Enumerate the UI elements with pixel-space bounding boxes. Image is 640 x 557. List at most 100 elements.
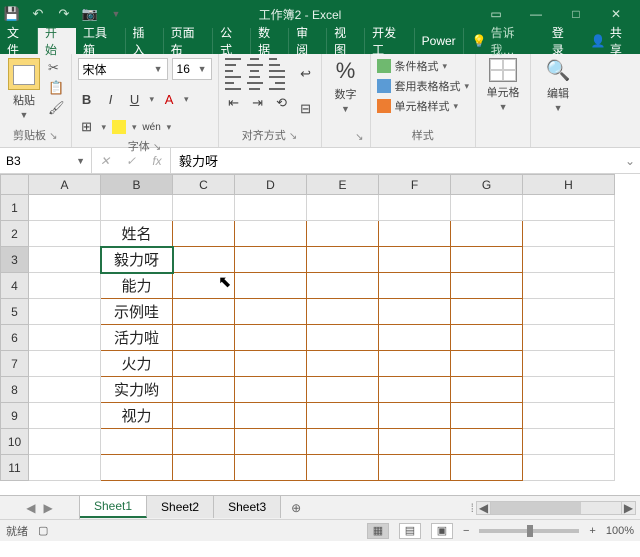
number-format-button[interactable]: % 数字 ▼ <box>328 58 364 114</box>
cell[interactable] <box>307 403 379 429</box>
cell[interactable] <box>379 429 451 455</box>
tab-file[interactable]: 文件 <box>0 28 38 54</box>
cell[interactable] <box>29 429 101 455</box>
cell[interactable] <box>451 299 523 325</box>
cell[interactable] <box>379 195 451 221</box>
cell[interactable]: 能力 <box>101 273 173 299</box>
cell[interactable] <box>235 195 307 221</box>
cell[interactable] <box>523 403 615 429</box>
font-color-button[interactable]: A <box>160 90 178 108</box>
zoom-slider[interactable] <box>479 529 579 533</box>
cell[interactable] <box>523 195 615 221</box>
cell[interactable] <box>451 325 523 351</box>
cell[interactable] <box>523 299 615 325</box>
col-header[interactable]: E <box>307 175 379 195</box>
row-header[interactable]: 6 <box>1 325 29 351</box>
fx-icon[interactable]: fx <box>144 154 170 168</box>
save-icon[interactable]: 💾 <box>4 6 20 22</box>
cell[interactable] <box>451 351 523 377</box>
merge-button[interactable]: ⊟ <box>297 100 315 118</box>
cell[interactable] <box>101 455 173 481</box>
tab-review[interactable]: 审阅 <box>289 28 327 54</box>
cell[interactable] <box>379 377 451 403</box>
tab-layout[interactable]: 页面布 <box>164 28 214 54</box>
cell[interactable] <box>451 221 523 247</box>
name-box[interactable]: B3▼ <box>0 148 92 173</box>
view-normal-button[interactable]: ▦ <box>367 523 389 539</box>
qat-dropdown-icon[interactable]: ▼ <box>108 6 124 22</box>
row-header[interactable]: 1 <box>1 195 29 221</box>
zoom-out-button[interactable]: − <box>463 525 469 537</box>
clipboard-launcher-icon[interactable]: ↘ <box>49 131 57 142</box>
row-header[interactable]: 10 <box>1 429 29 455</box>
cell[interactable] <box>451 247 523 273</box>
cell[interactable] <box>29 325 101 351</box>
cell[interactable] <box>173 403 235 429</box>
cell[interactable] <box>307 351 379 377</box>
align-middle-button[interactable] <box>247 58 263 72</box>
cell[interactable] <box>29 403 101 429</box>
cell[interactable] <box>307 247 379 273</box>
cell-styles-button[interactable]: 单元格样式▾ <box>377 98 470 114</box>
cell[interactable] <box>523 273 615 299</box>
paste-button[interactable]: 粘贴 ▼ <box>6 58 42 125</box>
cell[interactable] <box>173 221 235 247</box>
horizontal-scrollbar[interactable]: ◀▶ <box>476 501 636 515</box>
cell[interactable] <box>379 455 451 481</box>
cell[interactable] <box>29 455 101 481</box>
cell[interactable] <box>379 351 451 377</box>
bold-button[interactable]: B <box>78 90 96 108</box>
cell[interactable] <box>173 351 235 377</box>
cell[interactable] <box>235 403 307 429</box>
cell[interactable]: 毅力呀 <box>101 247 173 273</box>
align-left-button[interactable] <box>225 76 241 90</box>
align-top-button[interactable] <box>225 58 241 72</box>
cell[interactable] <box>235 299 307 325</box>
tab-view[interactable]: 视图 <box>327 28 365 54</box>
cell[interactable] <box>451 273 523 299</box>
cells-button[interactable]: 单元格 ▼ <box>482 58 524 112</box>
cell[interactable] <box>235 221 307 247</box>
cell[interactable] <box>235 273 307 299</box>
conditional-format-button[interactable]: 条件格式▾ <box>377 58 470 74</box>
cell[interactable] <box>379 325 451 351</box>
cell[interactable] <box>307 299 379 325</box>
cell[interactable]: 姓名 <box>101 221 173 247</box>
formula-input[interactable]: 毅力呀 <box>171 148 620 173</box>
indent-decrease-button[interactable]: ⇤ <box>225 94 243 112</box>
col-header[interactable]: A <box>29 175 101 195</box>
macro-record-icon[interactable]: ▢ <box>38 524 48 537</box>
cell[interactable] <box>523 247 615 273</box>
sheet-next-icon[interactable]: ▶ <box>44 501 53 515</box>
cell[interactable] <box>307 325 379 351</box>
cell[interactable] <box>235 325 307 351</box>
accept-formula-icon[interactable]: ✓ <box>118 154 144 168</box>
underline-button[interactable]: U <box>126 90 144 108</box>
row-header[interactable]: 4 <box>1 273 29 299</box>
align-right-button[interactable] <box>269 76 285 90</box>
undo-icon[interactable]: ↶ <box>30 6 46 22</box>
fill-color-button[interactable] <box>112 120 126 134</box>
cell[interactable] <box>29 299 101 325</box>
cell[interactable] <box>173 455 235 481</box>
cell[interactable]: 视力 <box>101 403 173 429</box>
align-bottom-button[interactable] <box>269 58 285 72</box>
cell[interactable] <box>523 351 615 377</box>
cell[interactable] <box>235 351 307 377</box>
cell[interactable]: 火力 <box>101 351 173 377</box>
expand-formula-icon[interactable]: ⌄ <box>620 148 640 173</box>
cell[interactable] <box>173 273 235 299</box>
tab-insert[interactable]: 插入 <box>126 28 164 54</box>
cell[interactable]: 示例哇 <box>101 299 173 325</box>
col-header[interactable]: B <box>101 175 173 195</box>
sheet-prev-icon[interactable]: ◀ <box>26 501 35 515</box>
cell[interactable] <box>29 377 101 403</box>
indent-increase-button[interactable]: ⇥ <box>249 94 267 112</box>
sheet-tab[interactable]: Sheet3 <box>214 495 281 518</box>
worksheet-grid[interactable]: A B C D E F G H 1 2姓名 3毅力呀 4能力 5示例哇 6活力啦… <box>0 174 640 495</box>
cancel-formula-icon[interactable]: ✕ <box>92 154 118 168</box>
cell[interactable] <box>523 325 615 351</box>
cell[interactable] <box>101 429 173 455</box>
view-pagebreak-button[interactable]: ▣ <box>431 523 453 539</box>
add-sheet-button[interactable]: ⊕ <box>281 496 311 519</box>
